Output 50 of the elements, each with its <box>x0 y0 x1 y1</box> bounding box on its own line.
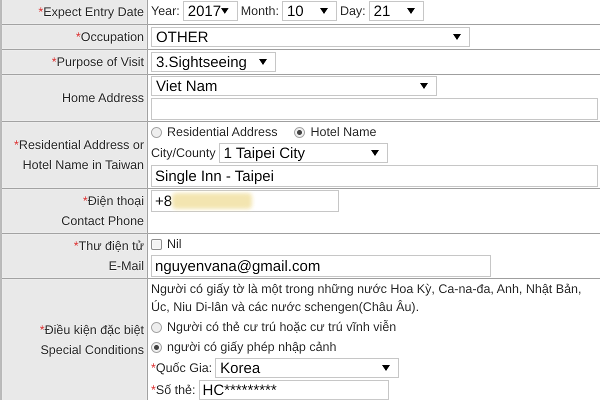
field-label: Hotel Name in Taiwan <box>22 157 144 174</box>
checkbox-label: Nil <box>167 237 182 251</box>
date-caption: Day: <box>340 4 366 18</box>
field-label: *Điều kiện đặc biệt <box>40 322 144 339</box>
address-input-field[interactable] <box>151 98 598 120</box>
field-label: *Điện thoại <box>82 193 144 210</box>
radio-label: Người có thẻ cư trú hoặc cư trú vĩnh viễn <box>167 320 396 334</box>
dropdown-select[interactable]: 3.Sightseeing <box>151 52 276 72</box>
caret-icon <box>420 83 428 89</box>
dropdown-select[interactable]: OTHER <box>151 27 470 47</box>
city-caption: City/County <box>151 146 216 160</box>
checkbox[interactable] <box>151 238 162 250</box>
radio-label: Hotel Name <box>310 125 376 139</box>
country-select[interactable]: Viet Nam <box>151 76 437 96</box>
radio-label: Residential Address <box>167 125 278 139</box>
radio-label: người có giấy phép nhập cảnh <box>167 340 336 354</box>
field-label: Contact Phone <box>61 213 144 230</box>
field-label: Special Conditions <box>40 342 144 359</box>
date-caption: Month: <box>240 4 279 18</box>
phone-input-field[interactable]: +8 <box>151 190 339 212</box>
field-label: *Expect Entry Date <box>38 4 144 21</box>
radio-button[interactable] <box>294 126 306 138</box>
field-label: Home Address <box>62 90 144 107</box>
field-label: E-Mail <box>108 258 144 275</box>
conditions-text: Người có giấy tờ là một trong những nước Hoa Kỳ, Ca-na-đa, Anh, Nhật Bản, Úc, Niu Di-lân và các nước schengen(Châu Âu). <box>151 281 582 316</box>
radio-button[interactable] <box>151 322 162 332</box>
field-label: *Residential Address or <box>14 137 144 154</box>
field-label: *Occupation <box>76 29 144 46</box>
card-number-input-field[interactable]: HC********* <box>198 380 388 400</box>
caret-icon <box>221 8 229 14</box>
date-select[interactable]: 10 <box>282 1 337 21</box>
field-label: *Purpose of Visit <box>52 54 144 71</box>
country-select[interactable]: Korea <box>215 358 400 378</box>
hotel-input-field[interactable]: Single Inn - Taipei <box>151 165 598 187</box>
city-select[interactable]: 1 Taipei City <box>218 143 388 163</box>
date-caption: Year: <box>151 4 180 18</box>
caret-icon <box>259 59 267 65</box>
date-select[interactable]: 21 <box>368 1 424 21</box>
radio-button[interactable] <box>151 126 162 138</box>
caret-icon <box>320 8 328 14</box>
email-input-field[interactable]: nguyenvana@gmail.com <box>151 255 491 277</box>
caret-icon <box>382 365 390 371</box>
field-label: *Thư điện tử <box>74 238 144 255</box>
caret-icon <box>406 8 415 14</box>
date-select[interactable]: 2017 <box>182 1 238 21</box>
caret-icon <box>453 34 461 40</box>
caret-icon <box>370 150 379 156</box>
field-caption: *Số thẻ: <box>151 383 196 397</box>
radio-button[interactable] <box>151 342 162 352</box>
field-caption: *Quốc Gia: <box>151 361 212 375</box>
